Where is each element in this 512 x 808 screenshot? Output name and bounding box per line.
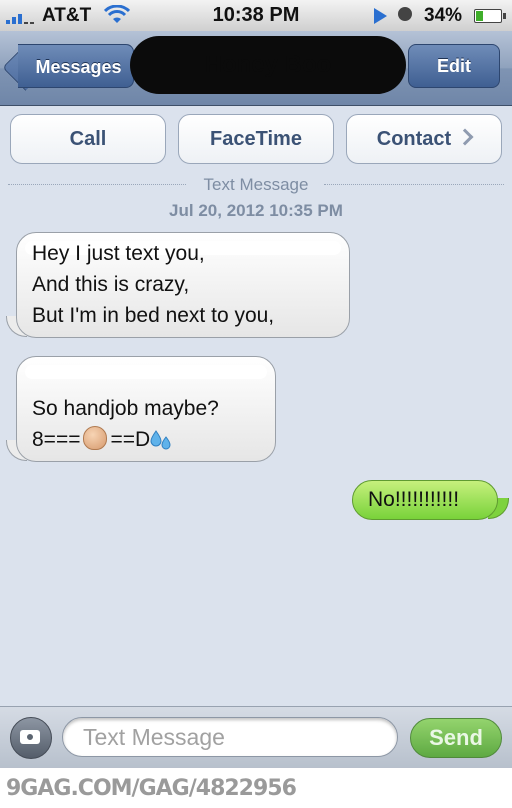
message-input[interactable]: Text Message xyxy=(62,717,398,757)
facetime-label: FaceTime xyxy=(210,128,302,150)
message-composer: Text Message Send xyxy=(0,706,512,769)
navigation-bar: Messages Honey Boo Edit xyxy=(0,31,512,106)
outgoing-message-bubble[interactable]: No!!!!!!!!!!! xyxy=(352,480,498,520)
message-line: 8=== ==D xyxy=(32,424,275,455)
message-text: 8=== xyxy=(32,428,81,451)
alarm-icon xyxy=(398,7,412,21)
edit-button[interactable]: Edit xyxy=(408,44,500,88)
watermark-bar: 9GAG.COM/GAG/4822956 xyxy=(0,768,512,808)
back-button[interactable]: Messages xyxy=(18,44,134,88)
sweat-drops-emoji-icon xyxy=(150,430,171,450)
message-line: And this is crazy, xyxy=(32,273,190,296)
incoming-message-bubble[interactable]: Hey I just text you, And this is crazy, … xyxy=(16,232,350,338)
facetime-button[interactable]: FaceTime xyxy=(178,114,334,164)
message-line: Hey I just text you, xyxy=(32,242,205,265)
send-button[interactable]: Send xyxy=(410,718,502,758)
watermark-text: 9GAG.COM/GAG/4822956 xyxy=(6,776,297,801)
camera-button[interactable] xyxy=(10,717,52,759)
battery-tip xyxy=(503,13,506,19)
message-line xyxy=(32,362,275,393)
service-label: Text Message xyxy=(203,175,309,194)
message-line: But I'm in bed next to you, xyxy=(32,304,275,327)
incoming-message-bubble[interactable]: So handjob maybe? 8=== ==D xyxy=(16,356,276,462)
battery-fill xyxy=(476,11,484,21)
message-line: So handjob maybe? xyxy=(32,397,219,420)
message-text: ==D xyxy=(110,428,151,451)
battery-percent: 34% xyxy=(424,5,463,26)
message-line: No!!!!!!!!!!! xyxy=(368,488,460,511)
fist-emoji-icon xyxy=(83,426,108,450)
status-bar: AT&T 10:38 PM 34% xyxy=(0,0,512,32)
location-icon xyxy=(374,8,387,24)
camera-lens xyxy=(25,732,35,742)
contact-button[interactable]: Contact xyxy=(346,114,502,164)
contact-label: Contact xyxy=(376,128,452,150)
contact-name-title: Honey Boo xyxy=(130,36,406,94)
message-input-placeholder: Text Message xyxy=(83,724,225,750)
chevron-right-icon xyxy=(456,128,474,146)
battery-icon xyxy=(474,9,506,23)
message-timestamp: Jul 20, 2012 10:35 PM xyxy=(169,201,343,220)
call-button[interactable]: Call xyxy=(10,114,166,164)
call-label: Call xyxy=(69,128,107,150)
